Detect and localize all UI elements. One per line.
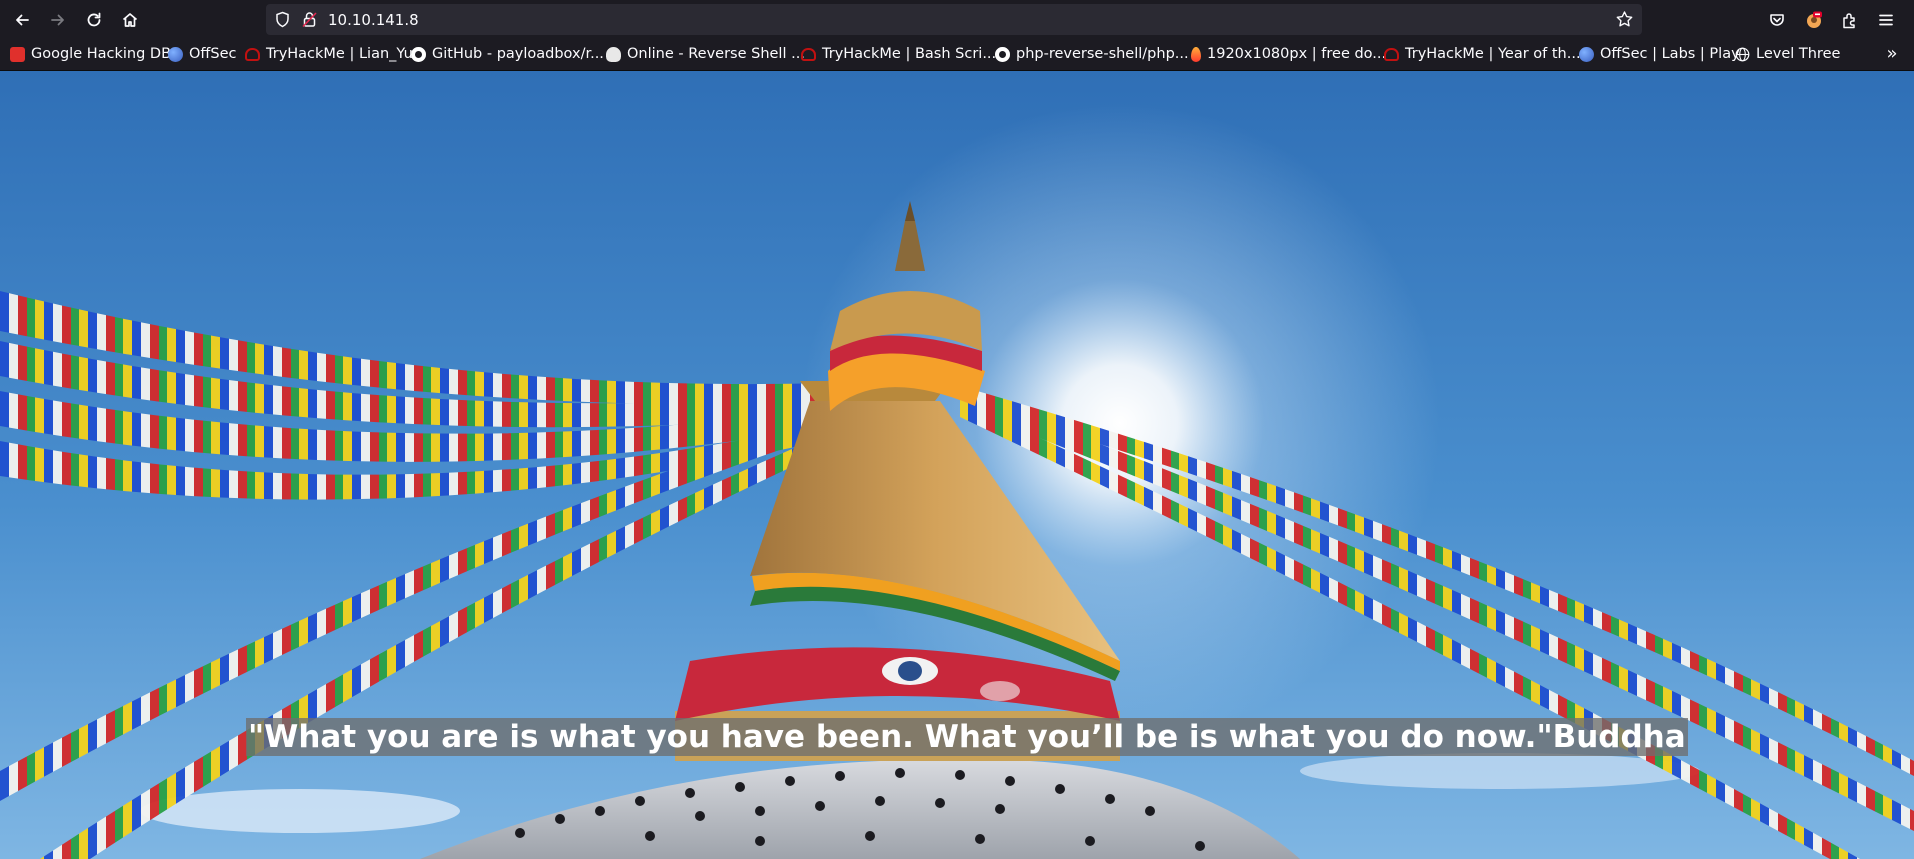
bookmark-github-payloadbox[interactable]: GitHub - payloadbox/r... <box>411 44 604 64</box>
bookmark-tryhackme-lian-yu[interactable]: TryHackMe | Lian_Yu <box>245 44 413 64</box>
page-content: "What you are is what you have been. Wha… <box>0 71 1914 859</box>
extensions-icon <box>1843 13 1855 29</box>
bookmark-label: Google Hacking DB <box>31 46 172 62</box>
bookmark-1920x1080px[interactable]: 1920x1080px | free do... <box>1191 44 1386 64</box>
home-button[interactable] <box>115 5 145 35</box>
bookmark-tryhackme-bash-scripting[interactable]: TryHackMe | Bash Scri... <box>801 44 996 64</box>
bookmark-php-reverse-shell[interactable]: php-reverse-shell/php... <box>995 44 1189 64</box>
shield-icon[interactable] <box>274 11 291 28</box>
bookmarks-toolbar: Google Hacking DB OffSec TryHackMe | Lia… <box>0 39 1914 71</box>
bookmark-tryhackme-year-of-the[interactable]: TryHackMe | Year of th... <box>1384 44 1581 64</box>
quote-text: "What you are is what you have been. Wha… <box>246 718 1688 756</box>
bookmark-level-three[interactable]: Level Three <box>1735 44 1840 64</box>
bookmark-label: TryHackMe | Bash Scri... <box>822 46 997 62</box>
back-arrow-icon <box>16 14 29 26</box>
lock-icon[interactable] <box>301 11 318 28</box>
tryhackme-icon <box>801 47 816 61</box>
address-bar[interactable]: 10.10.141.8 <box>266 4 1642 35</box>
bookmark-label: TryHackMe | Lian_Yu <box>266 46 413 62</box>
reload-icon <box>87 12 101 27</box>
back-button[interactable] <box>7 5 37 35</box>
bookmark-label: Level Three <box>1756 46 1841 62</box>
forward-arrow-icon <box>51 14 64 26</box>
forward-button[interactable] <box>43 5 73 35</box>
profile-button[interactable] <box>1799 5 1829 35</box>
skull-icon <box>606 46 621 62</box>
bookmark-label: OffSec <box>189 46 237 62</box>
bookmark-label: 1920x1080px | free do... <box>1207 46 1387 62</box>
profile-icon <box>1807 11 1822 28</box>
browser-toolbar: 10.10.141.8 <box>0 0 1914 39</box>
tryhackme-icon <box>245 47 260 61</box>
github-icon <box>411 46 426 62</box>
reload-button[interactable] <box>79 5 109 35</box>
app-menu-button[interactable] <box>1871 5 1901 35</box>
bookmark-label: Online - Reverse Shell ... <box>627 46 805 62</box>
star-icon[interactable] <box>1615 10 1634 29</box>
bookmark-offsec-labs-play[interactable]: OffSec | Labs | Play <box>1579 44 1740 64</box>
fire-icon <box>1191 46 1201 62</box>
bookmarks-overflow-button[interactable]: » <box>1882 44 1902 64</box>
bookmark-google-hacking-db[interactable]: Google Hacking DB <box>10 44 171 64</box>
pocket-button[interactable] <box>1762 5 1792 35</box>
offsec-icon <box>168 46 183 62</box>
globe-icon <box>1735 47 1750 61</box>
bookmark-label: GitHub - payloadbox/r... <box>432 46 604 62</box>
menu-icon <box>1879 14 1893 26</box>
bookmark-online-reverse-shell[interactable]: Online - Reverse Shell ... <box>606 44 805 64</box>
bookmark-label: TryHackMe | Year of th... <box>1405 46 1581 62</box>
bookmark-offsec[interactable]: OffSec <box>168 44 237 64</box>
ghdb-icon <box>10 46 25 62</box>
bookmark-label: OffSec | Labs | Play <box>1600 46 1740 62</box>
tryhackme-icon <box>1384 47 1399 61</box>
github-icon <box>995 46 1010 62</box>
offsec-icon <box>1579 46 1594 62</box>
url-text[interactable]: 10.10.141.8 <box>328 11 419 29</box>
bookmark-label: php-reverse-shell/php... <box>1016 46 1189 62</box>
extensions-button[interactable] <box>1835 5 1865 35</box>
home-icon <box>122 13 138 27</box>
pocket-icon <box>1770 14 1784 26</box>
